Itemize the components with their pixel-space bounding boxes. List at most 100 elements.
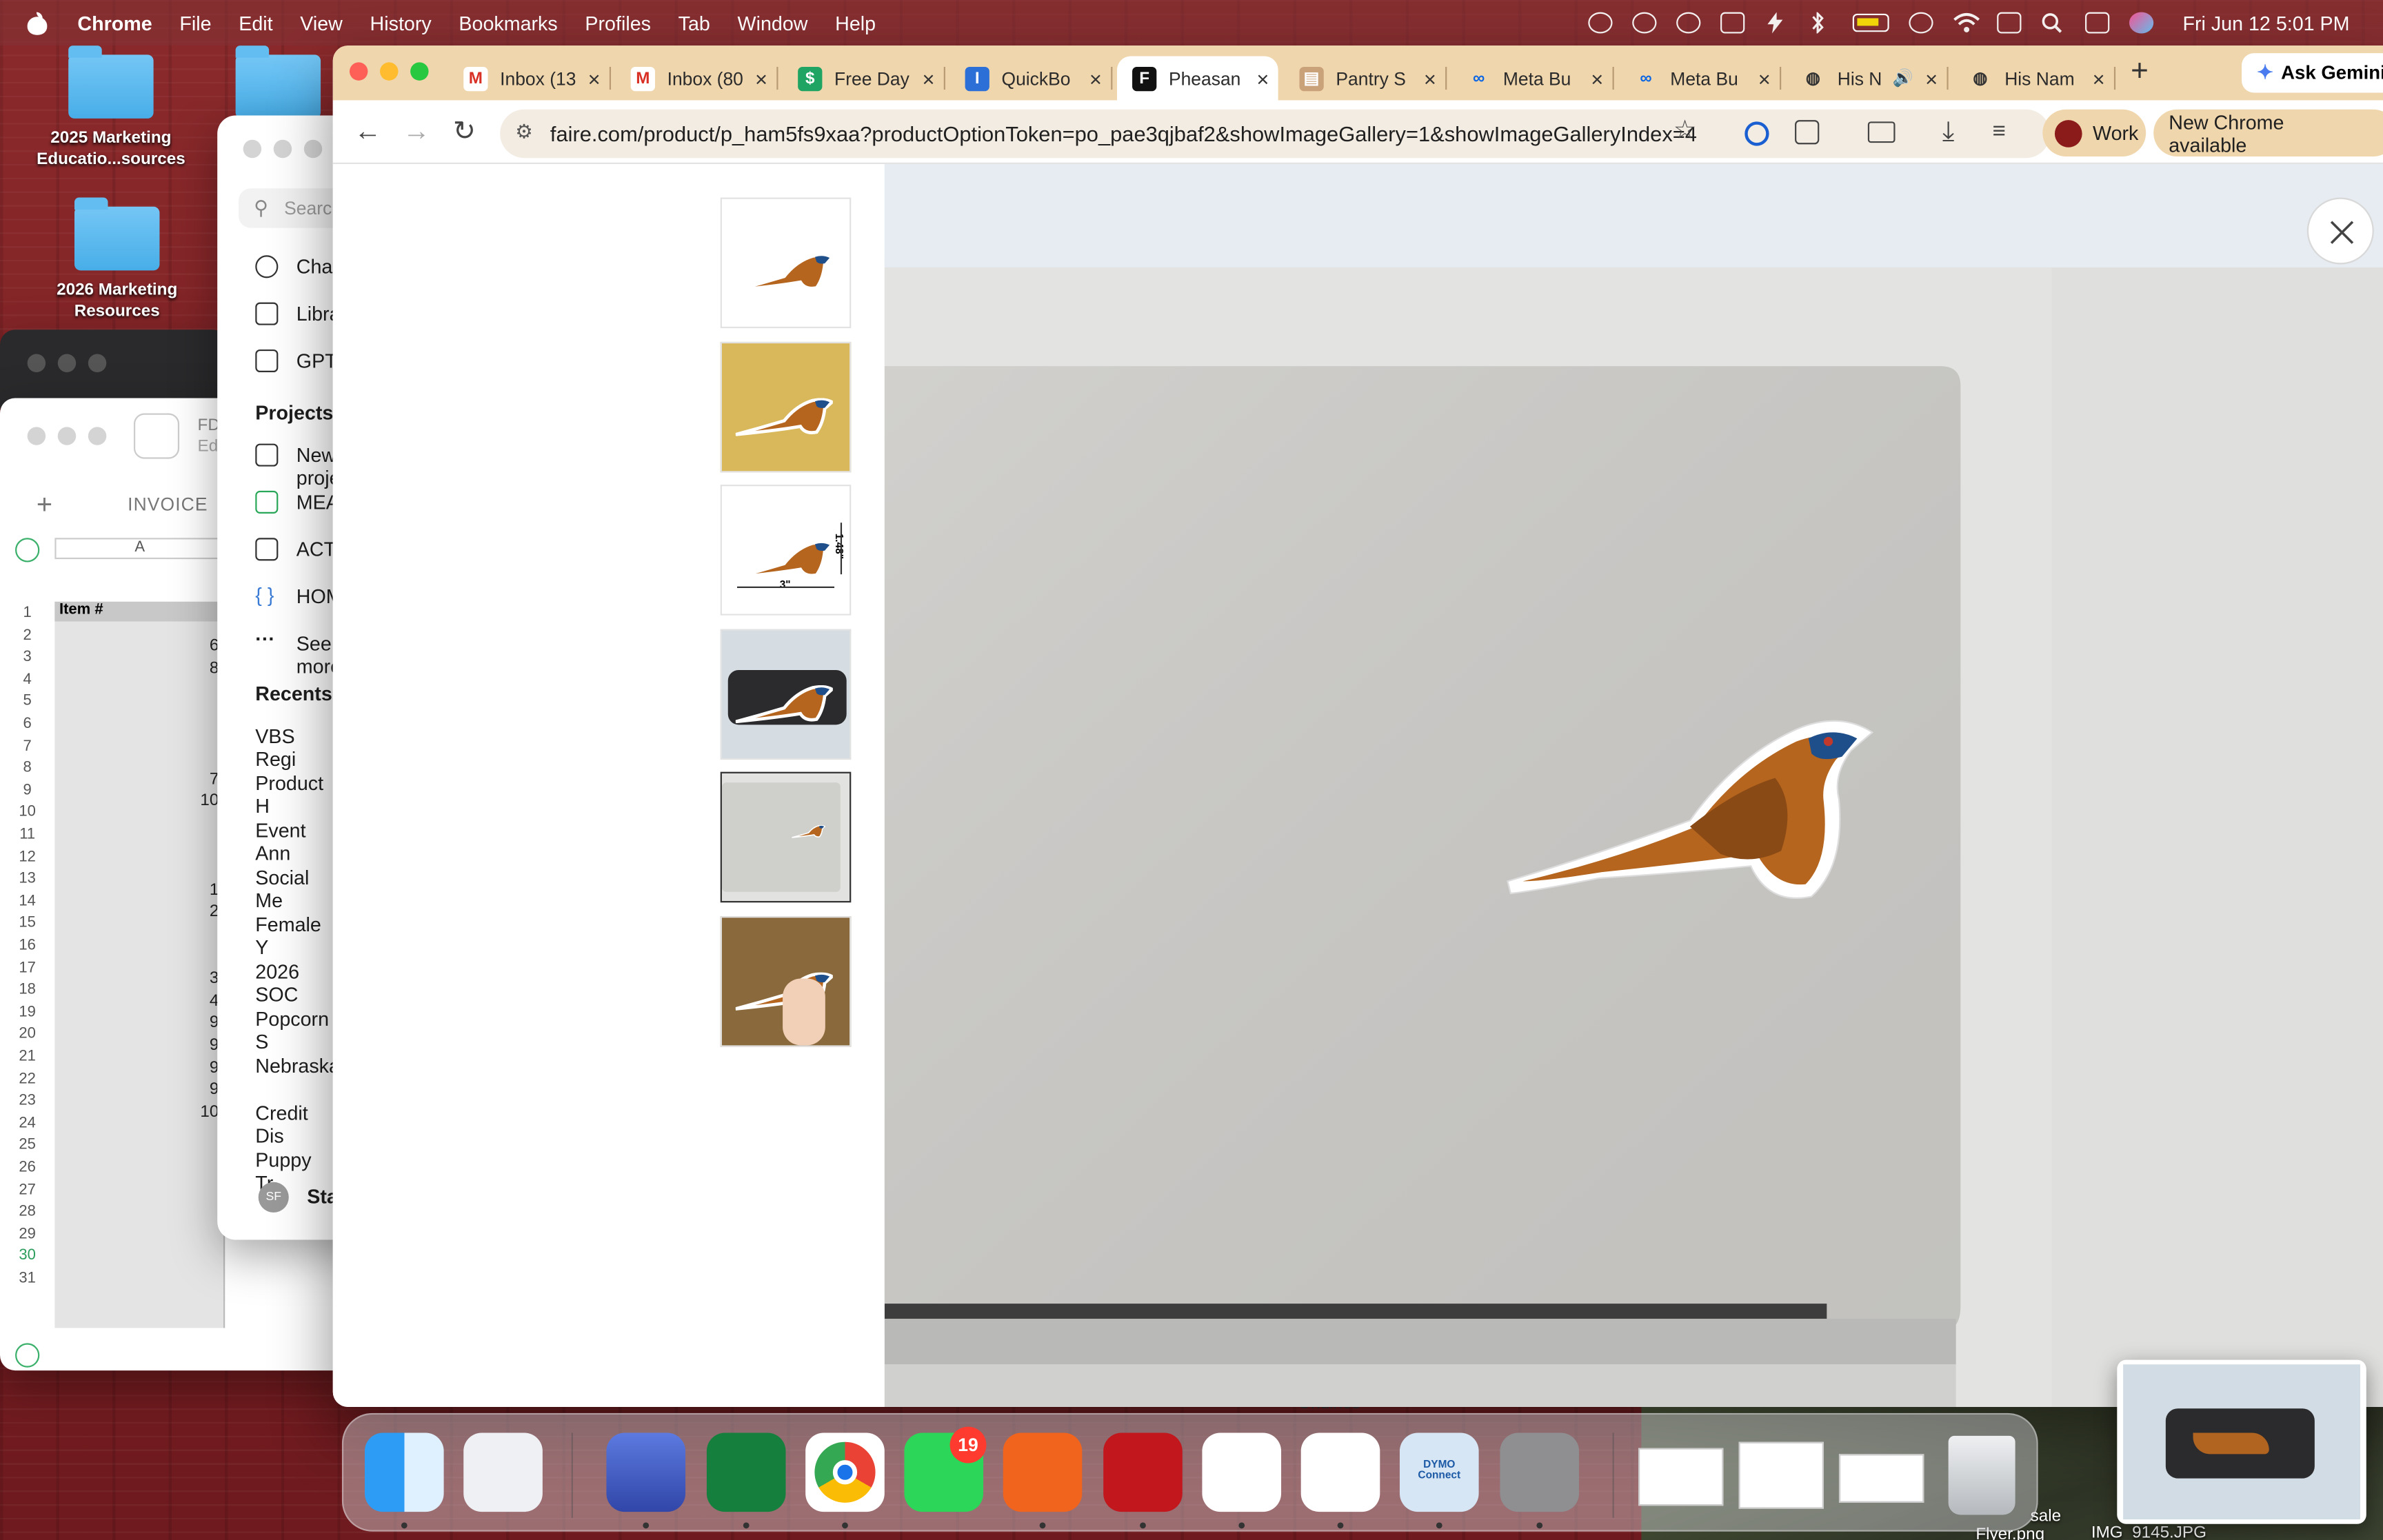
recent-chat-item[interactable]: Social Me <box>255 866 332 911</box>
row-number[interactable]: 17 <box>15 960 39 976</box>
reading-list-icon[interactable]: ≡ <box>1993 119 2006 144</box>
header-cell-item[interactable]: Item # <box>54 601 225 622</box>
screen-mirror-icon[interactable] <box>1997 12 2022 34</box>
recent-chat-item[interactable]: Female Y <box>255 913 332 959</box>
dymo-status-icon[interactable] <box>1720 12 1745 34</box>
row-number[interactable]: 18 <box>15 982 39 998</box>
desktop-file-label[interactable]: IMG_9145.JPG <box>2091 1524 2206 1540</box>
cell-value[interactable]: 9 <box>182 1014 219 1032</box>
tab-active[interactable]: F Pheasan × <box>1117 56 1278 101</box>
menu-help[interactable]: Help <box>835 12 876 34</box>
window-zoom-button[interactable] <box>410 62 429 81</box>
gallery-thumbnail-sticker-laptop[interactable] <box>720 772 852 904</box>
window-zoom-button[interactable] <box>88 354 107 373</box>
menu-history[interactable]: History <box>370 12 432 34</box>
forward-button[interactable]: → <box>403 116 430 148</box>
cell-value[interactable]: 4 <box>182 992 219 1010</box>
quicktime-icon[interactable] <box>1300 1432 1380 1512</box>
row-number[interactable]: 8 <box>15 760 39 776</box>
chatgpt-status-icon[interactable] <box>1588 12 1613 34</box>
extensions-puzzle-icon[interactable] <box>1795 120 1820 145</box>
new-tab-button[interactable]: + <box>2131 54 2149 90</box>
row-number[interactable]: 1 <box>15 605 39 621</box>
cell-value[interactable]: 9 <box>182 1081 219 1099</box>
window-minimize-button[interactable] <box>380 62 399 81</box>
tab-close-icon[interactable]: × <box>755 66 767 90</box>
onepassword-status-icon[interactable] <box>1632 12 1657 34</box>
window-close-button[interactable] <box>349 62 368 81</box>
column-a-cells[interactable] <box>54 601 225 1328</box>
menu-window[interactable]: Window <box>738 12 808 34</box>
recent-chat-item[interactable]: Nebraska <box>255 1055 340 1077</box>
screenshot-preview[interactable] <box>2117 1359 2366 1524</box>
gallery-thumbnail-sticker-hand[interactable] <box>720 916 852 1047</box>
gallery-thumbnail-sticker-gold[interactable] <box>720 341 852 472</box>
cell-value[interactable]: 10 <box>182 792 219 810</box>
row-number[interactable]: 25 <box>15 1137 39 1154</box>
battery-icon[interactable] <box>1853 13 1890 32</box>
ask-gemini-button[interactable]: ✦ Ask Gemini <box>2242 53 2383 93</box>
tab-close-icon[interactable]: × <box>922 66 934 90</box>
tab-close-icon[interactable]: × <box>1424 66 1436 90</box>
sheet-tab-invoice[interactable]: INVOICE <box>128 494 208 515</box>
site-info-icon[interactable]: ⚙ <box>515 120 533 144</box>
bookmark-star-icon[interactable]: ☆ <box>1673 116 1697 146</box>
row-number[interactable]: 20 <box>15 1026 39 1043</box>
tab-item[interactable]: $ Free Day × <box>783 57 945 101</box>
gallery-thumbnail-sticker-dimensions[interactable]: 3" 1.48" <box>720 485 852 616</box>
cell-value[interactable]: 10 <box>182 1103 219 1121</box>
cell-value[interactable]: 7 <box>182 770 219 788</box>
chrome-update-button[interactable]: New Chrome available ⋮ <box>2153 109 2383 157</box>
row-number[interactable]: 30 <box>15 1248 39 1264</box>
onepassword-extension-icon[interactable] <box>1744 121 1769 146</box>
tab-item[interactable]: ◍ His Nam × <box>1953 57 2116 101</box>
row-number[interactable]: 5 <box>15 693 39 710</box>
row-number[interactable]: 13 <box>15 871 39 887</box>
row-number[interactable]: 23 <box>15 1093 39 1109</box>
row-number[interactable]: 31 <box>15 1270 39 1287</box>
recent-file-thumb[interactable] <box>1638 1448 1724 1506</box>
trash-icon[interactable] <box>1948 1435 2015 1515</box>
sidebar-item-project[interactable]: ACT <box>296 538 336 560</box>
menu-app-name[interactable]: Chrome <box>77 12 152 34</box>
audio-playing-icon[interactable]: 🔊 <box>1893 68 1913 88</box>
menu-tab[interactable]: Tab <box>678 12 710 34</box>
screenshot-icon[interactable] <box>606 1432 686 1512</box>
recent-chat-item[interactable]: Popcorn S <box>255 1007 332 1053</box>
gallery-thumbnail-sticker-white[interactable] <box>720 197 852 329</box>
back-button[interactable]: ← <box>354 116 382 148</box>
tab-close-icon[interactable]: × <box>2093 66 2105 90</box>
close-gallery-button[interactable] <box>2306 197 2374 265</box>
tab-item[interactable]: I QuickBo × <box>950 57 1113 101</box>
cell-value[interactable]: 8 <box>182 659 219 677</box>
sidebar-toggle-icon[interactable] <box>133 413 180 459</box>
tab-item[interactable]: ▤ Pantry S × <box>1284 57 1447 101</box>
profile-button[interactable]: Work <box>2042 109 2146 157</box>
row-number[interactable]: 14 <box>15 893 39 910</box>
column-header-a[interactable]: A <box>54 538 225 560</box>
recent-chat-item[interactable]: Product H <box>255 772 332 818</box>
avatar[interactable]: SF <box>258 1182 289 1213</box>
recent-chat-item[interactable]: 2026 SOC <box>255 960 332 1006</box>
add-sheet-button[interactable]: + <box>37 489 52 521</box>
window-minimize-button[interactable] <box>57 354 77 373</box>
recent-chat-item[interactable]: VBS Regi <box>255 725 332 770</box>
chrome-window[interactable]: M Inbox (13 × M Inbox (80 × $ Free Day × I QuickBo… <box>332 45 2383 1407</box>
numbers-icon[interactable] <box>706 1432 786 1512</box>
menu-bookmarks[interactable]: Bookmarks <box>459 12 557 34</box>
url-text[interactable]: faire.com/product/p_ham5fs9xaa?productOp… <box>550 121 1697 145</box>
row-number[interactable]: 10 <box>15 804 39 821</box>
row-number[interactable]: 24 <box>15 1115 39 1131</box>
cell-value[interactable]: 9 <box>182 1036 219 1054</box>
add-row-icon[interactable] <box>15 1343 40 1368</box>
tab-close-icon[interactable]: × <box>1256 66 1269 90</box>
window-zoom-button[interactable] <box>88 427 107 445</box>
menu-edit[interactable]: Edit <box>239 12 272 34</box>
row-number[interactable]: 11 <box>15 827 39 843</box>
menu-profiles[interactable]: Profiles <box>585 12 651 34</box>
tab-item[interactable]: ∞ Meta Bu × <box>1451 57 1614 101</box>
row-number[interactable]: 19 <box>15 1004 39 1020</box>
row-number[interactable]: 7 <box>15 738 39 754</box>
chatgpt-icon[interactable] <box>1202 1432 1282 1512</box>
row-number[interactable]: 26 <box>15 1159 39 1176</box>
